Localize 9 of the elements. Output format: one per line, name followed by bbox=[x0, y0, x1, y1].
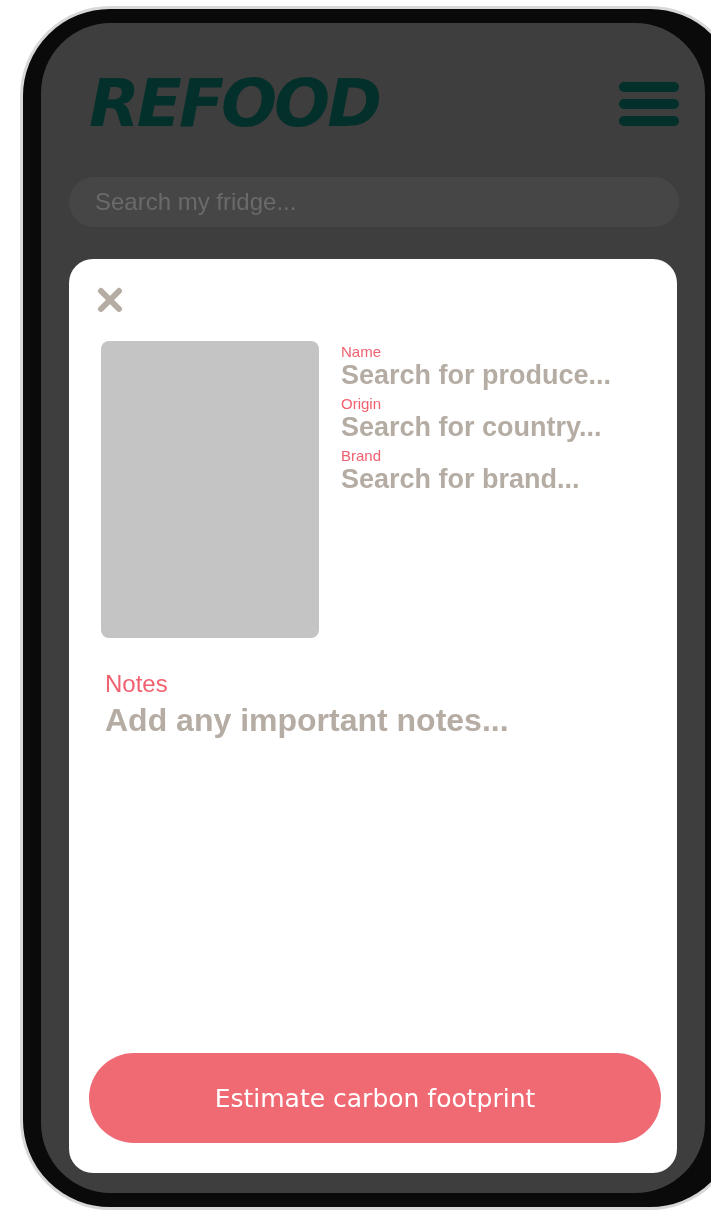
logo: REFOOD bbox=[89, 71, 379, 137]
menu-icon[interactable] bbox=[619, 82, 679, 126]
close-icon[interactable] bbox=[97, 287, 123, 313]
field-label: Brand bbox=[341, 447, 383, 464]
image-placeholder[interactable] bbox=[101, 341, 319, 638]
field-label: Origin bbox=[341, 395, 382, 412]
field-label: Name bbox=[341, 343, 382, 360]
estimate-button[interactable]: Estimate carbon footprint bbox=[89, 1053, 661, 1143]
notes-label: Notes bbox=[104, 670, 169, 698]
